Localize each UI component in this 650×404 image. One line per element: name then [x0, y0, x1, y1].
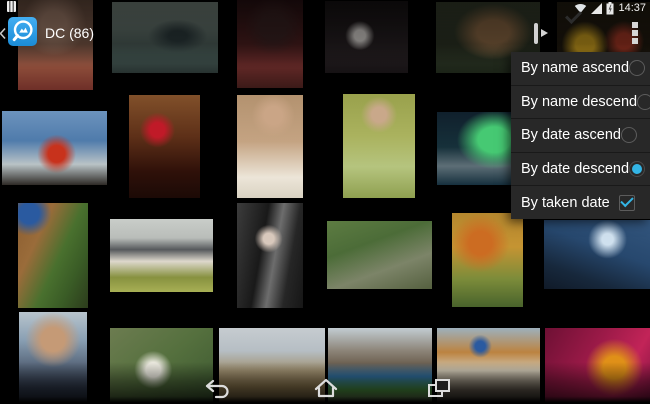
menu-item-by-date-ascend[interactable]: By date ascend	[511, 118, 650, 152]
menu-item-label: By taken date	[521, 195, 610, 211]
photo-odeon-city[interactable]	[219, 328, 325, 404]
photo-geisha[interactable]	[237, 203, 303, 308]
menu-item-label: By date ascend	[521, 127, 621, 143]
menu-item-label: By name ascend	[521, 60, 629, 76]
photo-shrine-plants[interactable]	[18, 203, 88, 308]
menu-item-label: By date descend	[521, 161, 629, 177]
up-chevron-icon[interactable]	[0, 27, 6, 40]
photo-autumn-tree[interactable]	[452, 213, 523, 307]
photo-elderly-man[interactable]	[19, 312, 87, 404]
photo-temple[interactable]	[110, 219, 213, 292]
sort-menu: By name ascend By name descend By date asc…	[511, 52, 650, 219]
menu-item-by-date-descend[interactable]: By date descend	[511, 152, 650, 186]
radio-selected-icon[interactable]	[629, 161, 645, 177]
action-bar: DC (86)	[0, 0, 650, 50]
album-title: DC (86)	[45, 25, 94, 41]
home-icon	[313, 377, 339, 399]
menu-item-by-taken-date[interactable]: By taken date	[511, 185, 650, 219]
photo-white-flower[interactable]	[110, 328, 213, 404]
back-icon	[204, 377, 230, 399]
photo-forest-path[interactable]	[327, 221, 432, 289]
menu-item-label: By name descend	[521, 94, 637, 110]
photo-bride[interactable]	[237, 95, 303, 198]
menu-item-by-name-ascend[interactable]: By name ascend	[511, 52, 650, 85]
photo-magenta-flower[interactable]	[545, 328, 650, 404]
recents-icon	[426, 377, 452, 399]
app-logo-icon[interactable]	[8, 17, 37, 46]
overflow-menu-button[interactable]	[632, 22, 638, 44]
radio-icon[interactable]	[637, 94, 650, 110]
slideshow-button[interactable]	[534, 25, 538, 43]
photo-red-coat-woman[interactable]	[2, 111, 107, 185]
play-icon	[534, 23, 538, 44]
back-button[interactable]	[202, 375, 232, 401]
checkbox-checked-icon[interactable]	[619, 195, 635, 211]
photo-parthenon[interactable]	[544, 220, 650, 289]
radio-icon[interactable]	[621, 127, 637, 143]
photo-lake-mountain[interactable]	[328, 328, 432, 404]
photo-berries-still-life[interactable]	[129, 95, 200, 198]
home-button[interactable]	[311, 375, 341, 401]
radio-icon[interactable]	[629, 60, 645, 76]
photo-green-dress-woman[interactable]	[343, 94, 415, 198]
recents-button[interactable]	[424, 375, 454, 401]
menu-item-by-name-descend[interactable]: By name descend	[511, 85, 650, 119]
gallery-screen: 14:37 DC (86) By name ascendBy name desc…	[0, 0, 650, 404]
